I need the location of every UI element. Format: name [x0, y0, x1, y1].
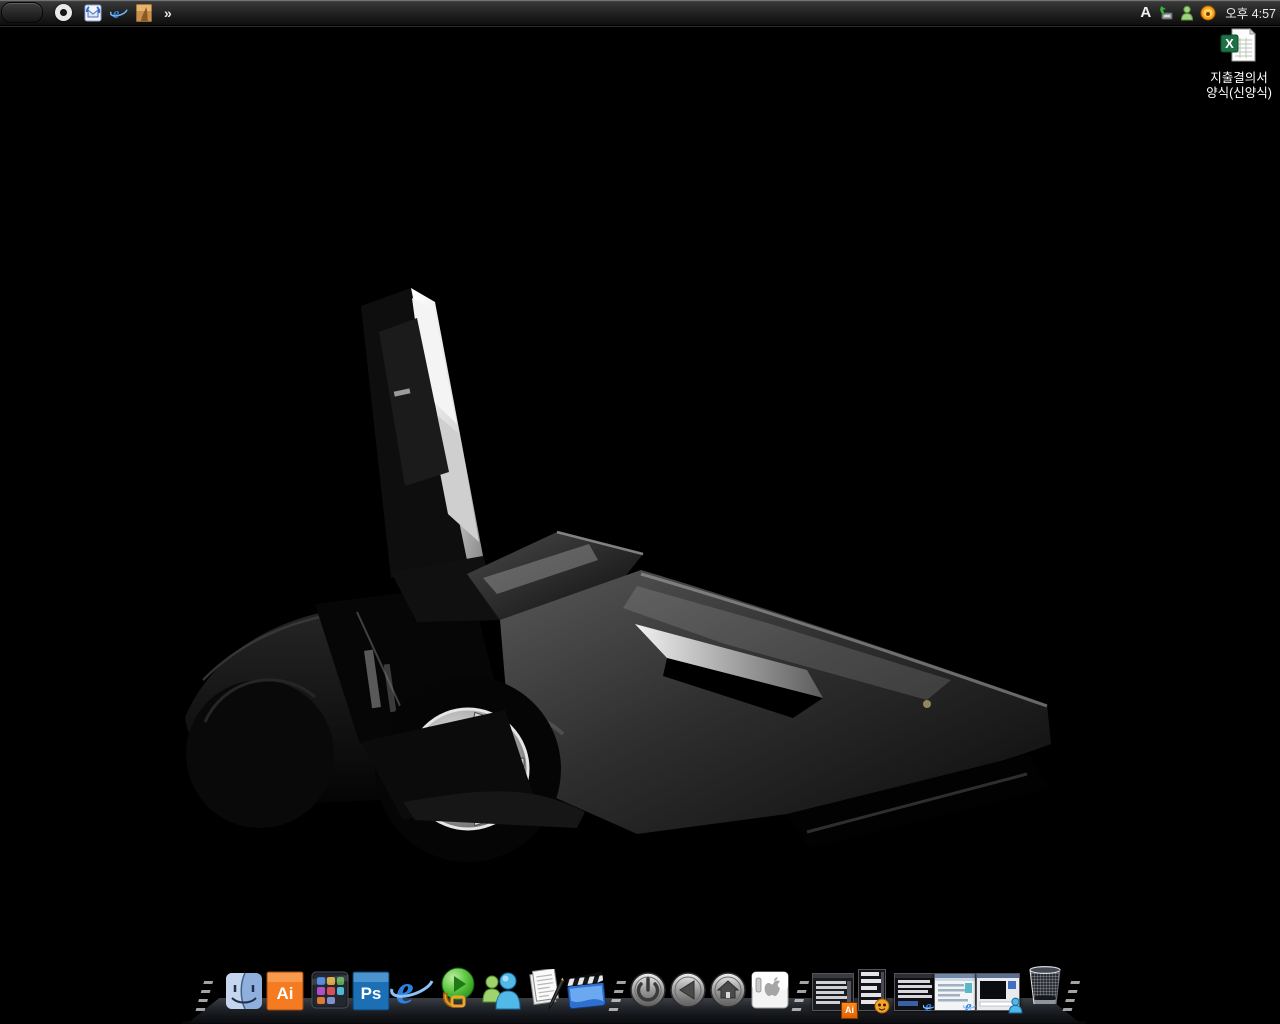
dock-back-button[interactable] — [669, 971, 707, 1014]
svg-text:X: X — [1225, 36, 1234, 51]
dock-photoshop-icon[interactable]: Ps — [352, 971, 390, 1016]
dock-internet-explorer-icon[interactable]: e — [390, 969, 434, 1016]
dock-power-button[interactable] — [629, 971, 667, 1014]
start-pill[interactable] — [1, 2, 43, 23]
dock-window-illustrator[interactable]: Ai — [812, 973, 854, 1016]
dock-text-editor-icon[interactable] — [526, 969, 568, 1016]
dock-finder-icon[interactable] — [224, 971, 264, 1016]
svg-text:e: e — [965, 999, 972, 1014]
svg-text:e: e — [113, 6, 120, 22]
dock-msn-messenger-icon[interactable] — [480, 969, 524, 1016]
desktop-wallpaper — [0, 0, 1280, 1024]
excel-file-icon: X — [1220, 28, 1258, 64]
ime-indicator[interactable]: A — [1138, 4, 1153, 21]
svg-text:e: e — [396, 969, 414, 1011]
dock-window-chat[interactable] — [976, 973, 1020, 1016]
illustrator-badge: Ai — [841, 1002, 858, 1019]
ring-launcher-icon[interactable] — [55, 4, 72, 21]
dock-home-button[interactable] — [709, 971, 747, 1014]
orange-smiley-icon[interactable] — [1200, 5, 1216, 21]
desktop-icon-label-line2: 양식(신양식) — [1196, 86, 1280, 101]
buddy-list-badge — [874, 998, 890, 1019]
dock-apple-icon[interactable] — [750, 970, 790, 1015]
safely-remove-hardware-icon[interactable] — [1158, 5, 1174, 21]
svg-text:e: e — [925, 999, 932, 1014]
dock-illustrator-icon[interactable]: Ai — [266, 971, 304, 1016]
dock-window-buddy-list[interactable] — [858, 969, 886, 1016]
tray-clock[interactable]: 오후 4:57 — [1221, 3, 1276, 22]
internet-explorer-icon[interactable]: e — [110, 4, 128, 22]
dock-movie-maker-icon[interactable] — [564, 969, 610, 1016]
lamborghini-car-image — [165, 272, 1065, 892]
desktop-icon-excel-document[interactable]: X 지출결의서 양식(신양식) — [1196, 28, 1280, 101]
msn-status-person-icon[interactable] — [1179, 5, 1195, 21]
dock-office-media-icon[interactable] — [434, 967, 480, 1016]
dock-trash-icon[interactable] — [1022, 964, 1068, 1015]
desktop-icon-label-line1: 지출결의서 — [1196, 71, 1280, 86]
dock-applications-drawer-icon[interactable] — [309, 969, 351, 1016]
dock-window-ie-dark[interactable]: e — [894, 973, 936, 1016]
menubar: e » A — [0, 0, 1280, 26]
toolbar-overflow-chevron[interactable]: » — [164, 5, 171, 21]
dock-window-ie-light[interactable]: e — [934, 973, 976, 1016]
picture-icon[interactable] — [136, 4, 154, 22]
outlook-express-icon[interactable] — [84, 4, 102, 22]
dock: Ai Ps e — [0, 964, 1280, 1024]
